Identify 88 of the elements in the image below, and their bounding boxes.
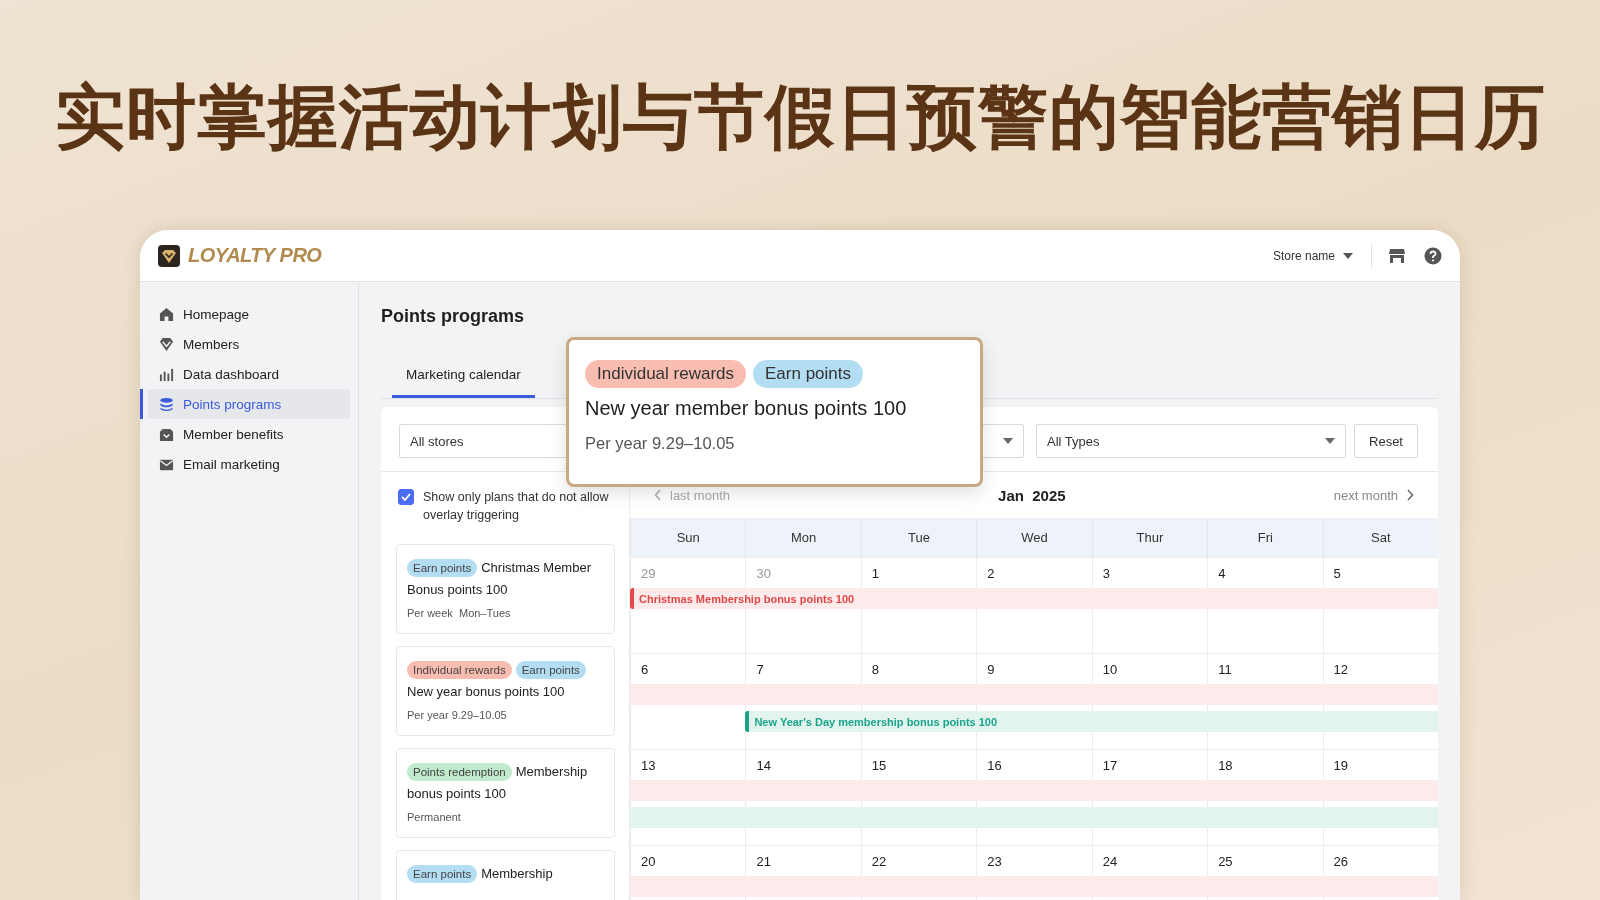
sidebar-item[interactable]: Member benefits — [148, 419, 350, 449]
plan-card[interactable]: Points redemption Membership bonus points 100 Permanent — [396, 748, 615, 838]
sidebar-item[interactable]: Email marketing — [148, 449, 350, 479]
popover-title: New year member bonus points 100 — [585, 397, 908, 420]
day-number: 7 — [756, 662, 764, 677]
brand-name: LOYALTY PRO — [188, 244, 322, 267]
day-number: 13 — [641, 758, 656, 773]
plan-title: Membership — [515, 763, 588, 781]
day-number: 17 — [1102, 758, 1118, 773]
weekday-label: Thur — [1136, 530, 1164, 545]
plan-title: New year bonus points 100 — [407, 683, 565, 701]
plan-card[interactable]: Earn points Membership — [396, 850, 615, 900]
day-number: 4 — [1218, 566, 1226, 581]
weekday-label: Wed — [1021, 530, 1048, 545]
event-bar[interactable] — [630, 807, 1438, 828]
day-number: 30 — [756, 566, 771, 581]
day-number: 5 — [1333, 566, 1341, 581]
plan-title: Membership — [481, 865, 553, 883]
diamond-icon — [159, 336, 174, 352]
weekday-label: Tue — [908, 530, 930, 545]
type-tag: Earn points — [407, 559, 478, 577]
sidebar-item[interactable]: Data dashboard — [148, 359, 350, 389]
chevron-left-icon — [654, 489, 662, 501]
plan-title: bonus points 100 — [407, 785, 508, 803]
event-bar[interactable]: Christmas Membership bonus points 100 — [630, 588, 1438, 609]
plan-title: Bonus points 100 — [407, 581, 509, 599]
day-number: 20 — [641, 854, 656, 869]
plan-card[interactable]: Individual rewards Earn points New year bonus points 100 Per year 9.29–10.05 — [396, 646, 615, 736]
weekday-label: Sun — [676, 530, 700, 545]
help-icon[interactable] — [1424, 246, 1442, 265]
store-selector[interactable]: Store name — [1268, 248, 1357, 263]
type-tag: Individual rewards — [585, 360, 746, 388]
check-icon — [401, 493, 411, 501]
weekday-label: Fri — [1257, 530, 1273, 545]
day-number: 16 — [987, 758, 1002, 773]
plan-title: Christmas Member — [481, 559, 591, 577]
plan-schedule: Per year 9.29–10.05 — [407, 709, 508, 721]
headline: 实时掌握活动计划与节假日预警的智能营销日历 — [54, 75, 1546, 160]
day-number: 22 — [871, 854, 887, 869]
day-number: 29 — [641, 566, 656, 581]
weekday-label: Sat — [1371, 530, 1391, 545]
day-number: 9 — [987, 662, 995, 677]
day-number: 12 — [1333, 662, 1349, 677]
day-number: 21 — [756, 854, 771, 869]
checkbox[interactable] — [398, 489, 414, 505]
day-number: 15 — [871, 758, 887, 773]
type-tag: Earn points — [515, 661, 586, 679]
tab[interactable]: Marketing calendar — [392, 354, 535, 398]
gift-box-icon — [159, 426, 174, 442]
caret-icon — [1325, 438, 1335, 444]
home-icon — [159, 306, 174, 322]
day-number: 8 — [871, 662, 880, 677]
day-number: 23 — [987, 854, 1002, 869]
day-number: 26 — [1333, 854, 1349, 869]
plan-schedule: Per week Mon–Tues — [407, 607, 512, 619]
caret-icon — [1343, 252, 1353, 259]
checkbox-label: Show only plans that do not allow overlay triggering — [423, 489, 610, 524]
type-tag: Earn points — [753, 360, 863, 388]
type-tag: Points redemption — [407, 763, 512, 781]
logo-icon — [158, 244, 180, 267]
bar-chart-icon — [159, 366, 174, 382]
day-number: 18 — [1218, 758, 1233, 773]
day-number: 19 — [1333, 758, 1349, 773]
day-number: 3 — [1102, 566, 1110, 581]
day-number: 2 — [987, 566, 995, 581]
day-number: 24 — [1102, 854, 1118, 869]
next-month-button[interactable]: next month — [1333, 487, 1414, 503]
day-number: 10 — [1102, 662, 1118, 677]
coin-stack-icon — [159, 396, 174, 412]
day-number: 1 — [871, 566, 880, 581]
month-label: Jan 2025 — [997, 486, 1067, 504]
type-tag: Earn points — [407, 865, 478, 883]
sidebar-item[interactable]: Homepage — [148, 299, 350, 329]
caret-icon — [1003, 438, 1013, 444]
page-title: Points programs — [381, 305, 526, 328]
sidebar-item[interactable]: Members — [148, 329, 350, 359]
chevron-right-icon — [1406, 489, 1414, 501]
store-icon[interactable] — [1388, 246, 1406, 265]
reset-button[interactable]: Reset — [1354, 424, 1418, 458]
day-number: 25 — [1218, 854, 1233, 869]
type-select[interactable]: All Types — [1036, 424, 1346, 458]
plan-card[interactable]: Earn points Christmas Member Bonus points 100 Per week Mon–Tues — [396, 544, 615, 634]
weekday-label: Mon — [791, 530, 817, 545]
day-number: 6 — [641, 662, 649, 677]
day-number: 11 — [1218, 662, 1232, 677]
day-number: 14 — [756, 758, 771, 773]
plan-schedule: Permanent — [407, 811, 462, 823]
type-tag: Individual rewards — [407, 661, 512, 679]
